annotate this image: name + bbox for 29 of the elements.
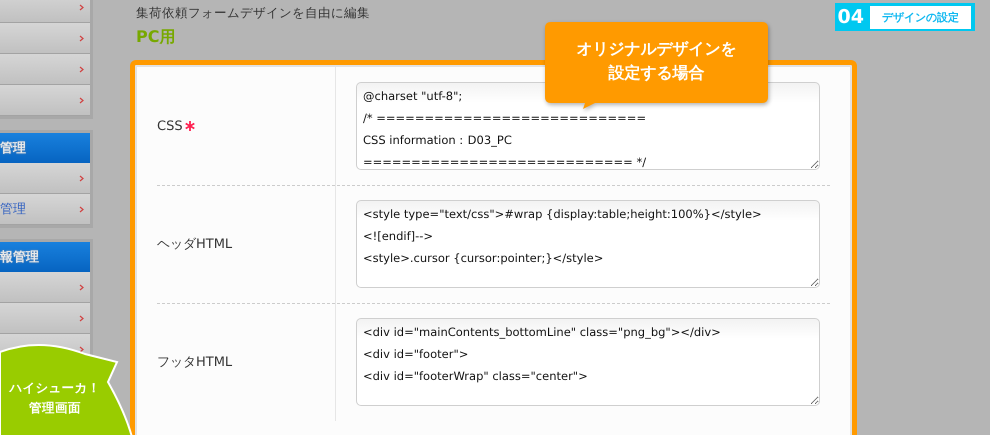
chevron-icon <box>79 34 84 42</box>
step-label: デザインの設定 <box>870 6 971 28</box>
sidebar-item[interactable] <box>0 303 90 334</box>
sidebar-item[interactable]: 管理 <box>0 194 90 225</box>
chevron-icon <box>79 174 84 182</box>
mascot-text: ハイシューカ！ 管理画面 <box>10 379 100 417</box>
section-header: 管理 <box>0 133 90 163</box>
chevron-icon <box>79 66 84 72</box>
code-field[interactable]: <style type="text/css">#wrap {display:table;height:100%}</style> <![endif]--> <style>.cursor {cursor:pointer;}</style> <box>356 200 820 288</box>
step-number: 04 <box>836 5 864 29</box>
chevron-icon <box>79 96 84 104</box>
sidebar-item[interactable] <box>0 272 90 303</box>
sidebar-item[interactable] <box>0 54 90 85</box>
field-label: フッタHTML <box>157 354 232 371</box>
chevron-icon <box>79 314 84 322</box>
code-field[interactable]: <div id="mainContents_bottomLine" class="png_bg"></div> <div id="footer"> <div id="footerWrap" class="center"> <box>356 318 820 406</box>
callout-text: オリジナルデザインを 設定する場合 <box>576 38 736 84</box>
sidebar-item[interactable] <box>0 0 90 23</box>
sidebar-item[interactable] <box>0 85 90 116</box>
page-subtitle: 集荷依頼フォームデザインを自由に編集 <box>136 5 370 21</box>
chevron-icon <box>79 284 84 290</box>
field-label: CSS <box>157 118 183 134</box>
page-heading: PC用 <box>136 27 176 48</box>
section-header: 報管理 <box>0 242 90 272</box>
field-label: ヘッダHTML <box>157 236 232 253</box>
chevron-icon <box>79 4 84 10</box>
sidebar-item[interactable] <box>0 23 90 54</box>
sidebar-item[interactable] <box>0 163 90 194</box>
chevron-icon <box>79 206 84 212</box>
